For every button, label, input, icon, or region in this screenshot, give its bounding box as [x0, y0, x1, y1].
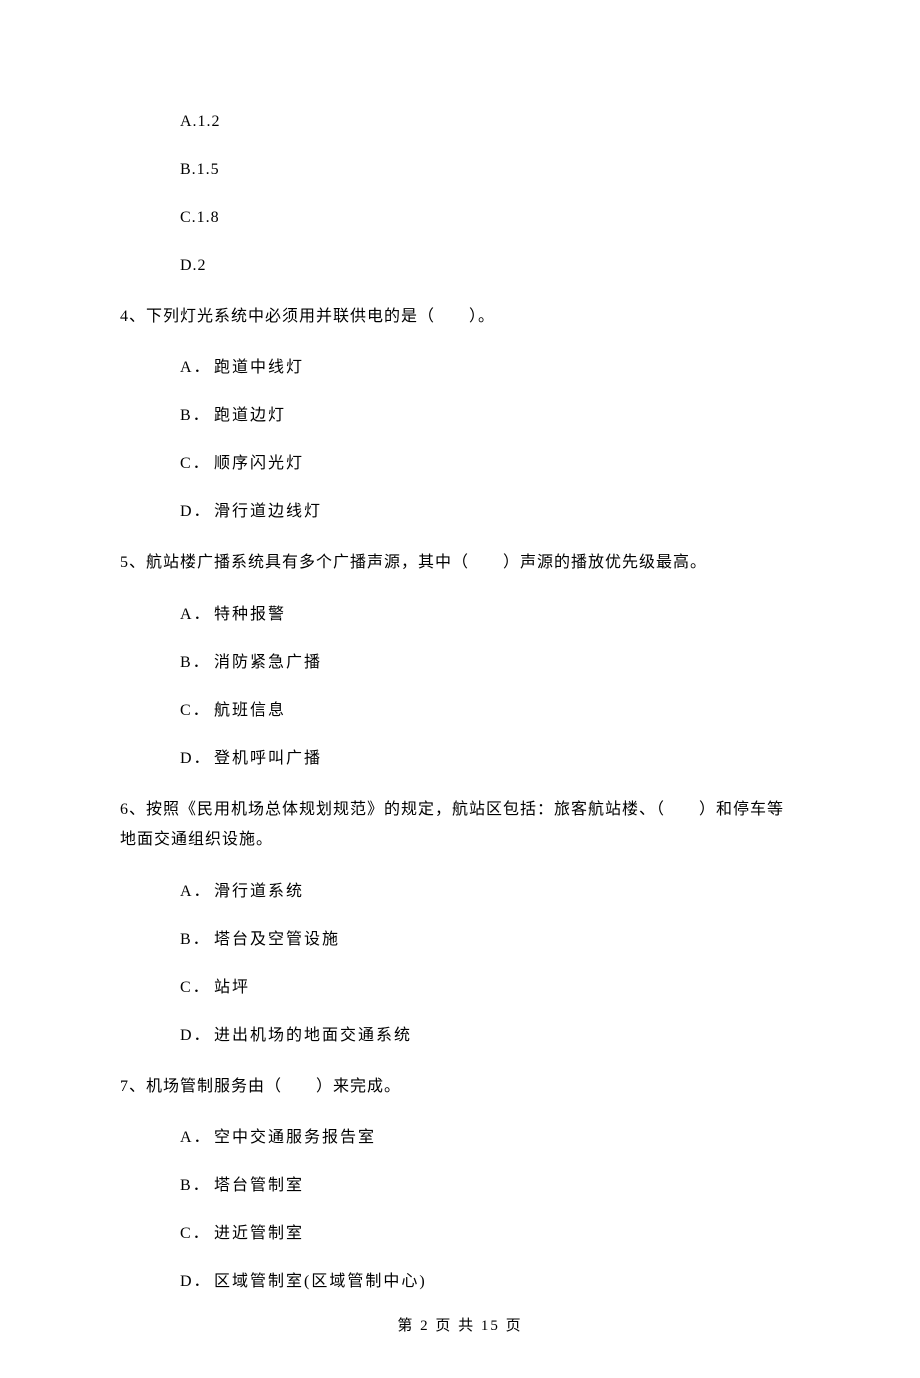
- q5-option-c: C．航班信息: [180, 699, 800, 723]
- page-footer: 第 2 页 共 15 页: [0, 1315, 920, 1338]
- q7-option-a: A．空中交通服务报告室: [180, 1126, 800, 1150]
- q5-option-d: D．登机呼叫广播: [180, 747, 800, 771]
- option-text: 跑道中线灯: [214, 359, 304, 376]
- option-label: D．: [180, 747, 214, 771]
- option-text: 跑道边灯: [214, 407, 286, 424]
- q4-option-c: C．顺序闪光灯: [180, 452, 800, 476]
- q3-option-b: B.1.5: [180, 158, 800, 182]
- option-label: A．: [180, 356, 214, 380]
- option-text: 塔台及空管设施: [214, 931, 340, 948]
- option-label: C．: [180, 452, 214, 476]
- option-text: 滑行道系统: [214, 883, 304, 900]
- q6-option-c: C．站坪: [180, 976, 800, 1000]
- option-label: D．: [180, 1270, 214, 1294]
- option-text: 塔台管制室: [214, 1177, 304, 1194]
- q3-option-a: A.1.2: [180, 110, 800, 134]
- option-label: D．: [180, 1024, 214, 1048]
- option-text: 区域管制室(区域管制中心): [214, 1273, 427, 1290]
- q7-stem: 7、机场管制服务由（ ）来完成。: [120, 1072, 800, 1102]
- q4-option-a: A．跑道中线灯: [180, 356, 800, 380]
- option-text: 空中交通服务报告室: [214, 1129, 376, 1146]
- option-label: C．: [180, 1222, 214, 1246]
- q6-option-a: A．滑行道系统: [180, 880, 800, 904]
- option-text: 消防紧急广播: [214, 654, 322, 671]
- option-text: 特种报警: [214, 606, 286, 623]
- option-label: D．: [180, 500, 214, 524]
- option-text: 进出机场的地面交通系统: [214, 1027, 412, 1044]
- q6-option-b: B．塔台及空管设施: [180, 928, 800, 952]
- option-label: B．: [180, 1174, 214, 1198]
- q7-option-c: C．进近管制室: [180, 1222, 800, 1246]
- q7-option-d: D．区域管制室(区域管制中心): [180, 1270, 800, 1294]
- option-label: B．: [180, 404, 214, 428]
- option-label: B．: [180, 928, 214, 952]
- q5-option-b: B．消防紧急广播: [180, 651, 800, 675]
- option-label: A．: [180, 603, 214, 627]
- option-text: 站坪: [214, 979, 250, 996]
- option-label: C．: [180, 699, 214, 723]
- q6-option-d: D．进出机场的地面交通系统: [180, 1024, 800, 1048]
- q4-stem: 4、下列灯光系统中必须用并联供电的是（ ）。: [120, 302, 800, 332]
- option-text: 登机呼叫广播: [214, 750, 322, 767]
- q7-option-b: B．塔台管制室: [180, 1174, 800, 1198]
- q4-option-b: B．跑道边灯: [180, 404, 800, 428]
- option-label: A．: [180, 1126, 214, 1150]
- option-text: 滑行道边线灯: [214, 503, 322, 520]
- q5-stem: 5、航站楼广播系统具有多个广播声源，其中（ ）声源的播放优先级最高。: [120, 548, 800, 578]
- q5-option-a: A．特种报警: [180, 603, 800, 627]
- q3-option-c: C.1.8: [180, 206, 800, 230]
- q4-option-d: D．滑行道边线灯: [180, 500, 800, 524]
- q3-option-d: D.2: [180, 254, 800, 278]
- option-label: B．: [180, 651, 214, 675]
- option-label: C．: [180, 976, 214, 1000]
- option-label: A．: [180, 880, 214, 904]
- q6-stem: 6、按照《民用机场总体规划规范》的规定，航站区包括：旅客航站楼、（ ）和停车等地…: [120, 795, 800, 856]
- option-text: 顺序闪光灯: [214, 455, 304, 472]
- option-text: 进近管制室: [214, 1225, 304, 1242]
- option-text: 航班信息: [214, 702, 286, 719]
